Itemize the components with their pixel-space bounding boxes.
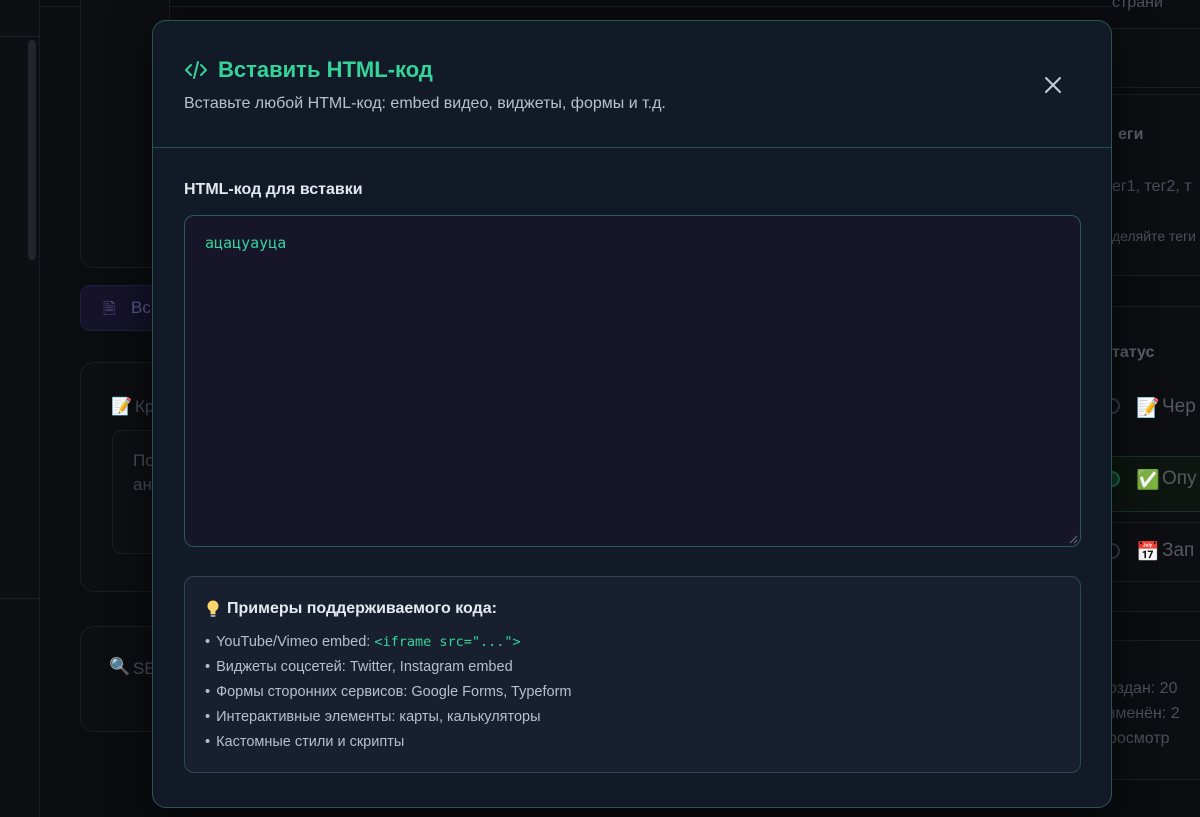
check-icon: ✅ xyxy=(1136,470,1160,491)
html-code-textarea[interactable]: ацацуауца xyxy=(184,215,1081,547)
modal-subtitle: Вставьте любой HTML-код: embed видео, ви… xyxy=(184,95,666,112)
pill-label: Вс xyxy=(131,298,151,317)
tags-hint: деляйте теги xyxy=(1112,228,1196,244)
html-code-label: HTML-код для вставки xyxy=(184,181,363,198)
close-button[interactable] xyxy=(1041,73,1065,97)
examples-title: Примеры поддерживаемого кода: xyxy=(227,600,497,617)
created-date: оздан: 20 xyxy=(1108,680,1178,697)
examples-title-row: Примеры поддерживаемого кода: xyxy=(205,599,497,619)
example-text: Интерактивные элементы: карты, калькулят… xyxy=(216,709,541,725)
bullet: • xyxy=(205,634,211,650)
sidebar-text: страни xyxy=(1112,0,1163,11)
code-icon xyxy=(184,58,208,82)
pill-icon: 🗎 xyxy=(103,301,116,318)
bullet: • xyxy=(205,734,211,750)
views-count: росмотр xyxy=(1108,730,1170,747)
calendar-icon: 📅 xyxy=(1136,542,1160,563)
modal-title-row: Вставить HTML-код xyxy=(184,57,433,83)
status-option-published: Опу xyxy=(1162,468,1197,489)
textarea-line: ан xyxy=(133,475,152,494)
list-item: • Интерактивные элементы: карты, калькуля… xyxy=(205,708,571,733)
sidebar-card xyxy=(1112,28,1200,88)
search-icon: 🔍 xyxy=(109,657,131,676)
bullet: • xyxy=(205,684,211,700)
bullet: • xyxy=(205,659,211,675)
divider xyxy=(40,6,1200,7)
lightbulb-icon xyxy=(205,599,221,619)
list-item: • YouTube/Vimeo embed: <iframe src="..."> xyxy=(205,633,571,658)
example-text: Формы сторонних сервисов: Google Forms, … xyxy=(216,684,572,700)
list-item: • Кастомные стили и скрипты xyxy=(205,733,571,758)
example-code: <iframe src="..."> xyxy=(374,634,521,650)
modal-title: Вставить HTML-код xyxy=(218,57,433,82)
examples-box: Примеры поддерживаемого кода: • YouTube/V… xyxy=(184,576,1081,773)
status-option-draft: Чер xyxy=(1162,396,1196,417)
example-text: Виджеты соцсетей: Twitter, Instagram emb… xyxy=(216,659,513,675)
list-item: • Формы сторонних сервисов: Google Forms,… xyxy=(205,683,571,708)
bullet: • xyxy=(205,709,211,725)
close-icon xyxy=(1045,77,1061,93)
memo-icon: 📝 xyxy=(111,397,133,416)
list-item: • Виджеты соцсетей: Twitter, Instagram em… xyxy=(205,658,571,683)
memo-icon: 📝 xyxy=(1136,398,1160,419)
example-text: YouTube/Vimeo embed: xyxy=(216,634,375,650)
examples-list: • YouTube/Vimeo embed: <iframe src="...">… xyxy=(205,633,571,758)
example-text: Кастомные стили и скрипты xyxy=(216,734,405,750)
scrollbar xyxy=(28,40,36,260)
divider xyxy=(0,36,40,37)
tags-heading: еги xyxy=(1118,126,1144,143)
status-option-scheduled: Зап xyxy=(1162,540,1195,561)
resize-handle-icon[interactable] xyxy=(1068,534,1078,544)
status-heading: татус xyxy=(1112,344,1155,361)
divider xyxy=(0,598,40,599)
tags-input: ег1, тег2, т xyxy=(1112,178,1192,195)
modified-date: зменён: 2 xyxy=(1108,705,1180,722)
modal-header: Вставить HTML-код Вставьте любой HTML-ко… xyxy=(153,21,1111,148)
insert-html-modal: Вставить HTML-код Вставьте любой HTML-ко… xyxy=(152,20,1112,808)
